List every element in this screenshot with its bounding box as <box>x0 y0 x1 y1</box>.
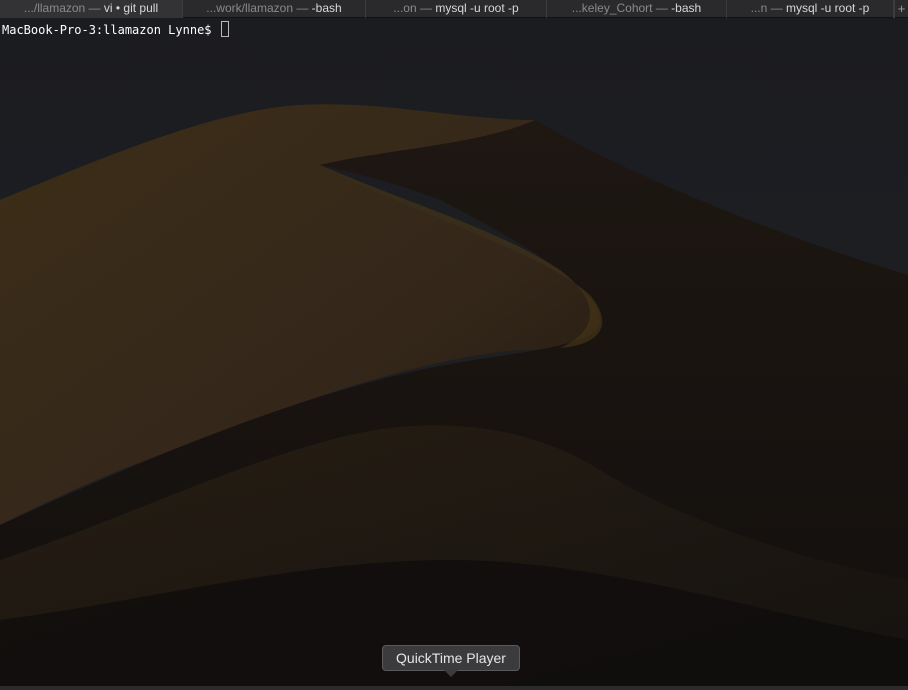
dock[interactable] <box>0 686 908 690</box>
tab-command: -bash <box>311 1 342 15</box>
tab-work-llamazon-bash[interactable]: ...work/llamazon — -bash <box>183 0 366 18</box>
tab-command: vi • git pull <box>103 1 159 15</box>
plus-icon: + <box>897 1 906 16</box>
tab-llamazon-vi[interactable]: .../llamazon — vi • git pull <box>0 0 183 18</box>
tab-command: mysql -u root -p <box>785 1 870 15</box>
tab-cohort-bash[interactable]: ...keley_Cohort — -bash <box>547 0 727 18</box>
tab-path: ...n — <box>750 1 786 15</box>
dock-tooltip-label: QuickTime Player <box>396 650 506 666</box>
tab-command: mysql -u root -p <box>435 1 519 15</box>
tooltip-arrow <box>444 670 458 677</box>
tab-path: ...work/llamazon — <box>206 1 312 15</box>
tab-mysql-1[interactable]: ...on — mysql -u root -p <box>366 0 547 18</box>
tab-mysql-2[interactable]: ...n — mysql -u root -p <box>727 0 894 18</box>
terminal-tab-bar: .../llamazon — vi • git pull ...work/lla… <box>0 0 908 18</box>
dock-tooltip: QuickTime Player <box>382 645 520 671</box>
prompt-line: MacBook-Pro-3:llamazon Lynne$ <box>2 21 229 37</box>
tab-path: ...keley_Cohort — <box>571 1 672 15</box>
tab-command: -bash <box>671 1 702 15</box>
tab-path: .../llamazon — <box>23 1 104 15</box>
cursor-block <box>220 21 229 37</box>
shell-prompt: MacBook-Pro-3:llamazon Lynne$ <box>2 23 219 37</box>
tab-path: ...on — <box>393 1 436 15</box>
new-tab-button[interactable]: + <box>894 0 908 18</box>
terminal-content[interactable]: MacBook-Pro-3:llamazon Lynne$ <box>0 18 908 688</box>
